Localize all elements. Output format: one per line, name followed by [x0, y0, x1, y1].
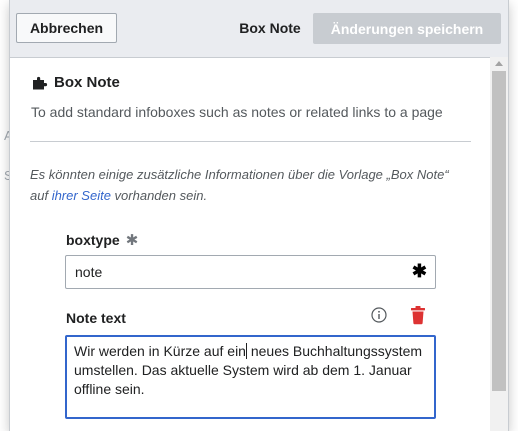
dialog-header: Abbrechen Box Note Änderungen speichern	[10, 0, 508, 58]
divider	[30, 141, 471, 142]
dialog-body: Box Note To add standard infoboxes such …	[10, 57, 490, 431]
boxtype-input[interactable]: note ✱	[65, 255, 436, 289]
template-title: Box Note	[32, 74, 120, 91]
dialog-scrollbar[interactable]	[490, 57, 508, 431]
puzzle-icon	[33, 76, 48, 89]
template-dialog: Abbrechen Box Note Änderungen speichern …	[10, 0, 508, 431]
template-info-note: Es könnten einige zusätzliche Informatio…	[30, 164, 460, 206]
info-note-text-end: vorhanden sein.	[110, 188, 208, 203]
required-icon: ✱	[125, 232, 139, 249]
info-icon[interactable]	[371, 307, 387, 323]
trash-icon[interactable]	[410, 305, 426, 325]
param-label-boxtype: boxtype ✱	[66, 231, 138, 249]
save-changes-button[interactable]: Änderungen speichern	[313, 13, 501, 44]
scroll-up-arrow-icon[interactable]	[495, 61, 503, 66]
param-label-boxtype-text: boxtype	[66, 232, 120, 248]
template-description: To add standard infoboxes such as notes …	[31, 104, 443, 120]
cancel-button[interactable]: Abbrechen	[16, 13, 117, 43]
boxtype-value: note	[75, 264, 103, 280]
param-label-note-text: Note text	[66, 310, 126, 326]
note-text-before-caret: Wir werden in Kürze auf ein	[74, 343, 246, 359]
required-indicator-icon: ✱	[411, 261, 427, 281]
note-text-area[interactable]: Wir werden in Kürze auf ein neues Buchha…	[65, 335, 436, 419]
template-name: Box Note	[54, 74, 120, 91]
template-page-link[interactable]: ihrer Seite	[52, 188, 111, 203]
scrollbar-thumb[interactable]	[492, 71, 506, 391]
dialog-title: Box Note	[239, 20, 301, 36]
